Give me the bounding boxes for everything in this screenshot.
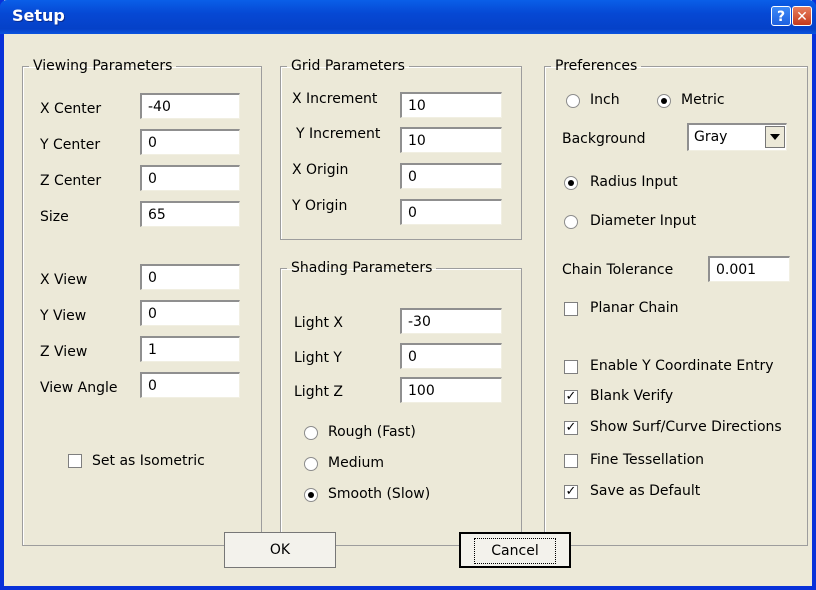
x-origin-input[interactable]: 0 [400, 163, 502, 189]
preferences-legend: Preferences [555, 58, 638, 74]
y-origin-input[interactable]: 0 [400, 199, 502, 225]
blank-verify-checkbox[interactable]: ✓ [564, 390, 578, 404]
save-default-checkbox[interactable]: ✓ [564, 485, 578, 499]
grid-parameters-legend: Grid Parameters [291, 58, 405, 74]
enable-y-label: Enable Y Coordinate Entry [590, 358, 774, 374]
viewing-parameters-legend: Viewing Parameters [33, 58, 173, 74]
medium-label: Medium [328, 455, 384, 471]
planar-chain-checkbox[interactable] [564, 302, 578, 316]
x-origin-label: X Origin [292, 162, 349, 178]
radius-input-label: Radius Input [590, 174, 678, 190]
rough-radio[interactable] [304, 426, 318, 440]
x-center-input[interactable]: -40 [140, 93, 240, 119]
background-label: Background [562, 131, 646, 147]
y-view-label: Y View [40, 308, 87, 324]
light-x-label: Light X [294, 315, 343, 331]
y-center-label: Y Center [40, 137, 101, 153]
title-bar[interactable]: Setup ? ✕ [0, 0, 816, 34]
isometric-label: Set as Isometric [92, 453, 205, 469]
z-center-label: Z Center [40, 173, 102, 189]
close-button[interactable]: ✕ [792, 6, 812, 26]
radius-input-radio[interactable] [564, 176, 578, 190]
x-view-label: X View [40, 272, 88, 288]
chevron-down-icon[interactable] [765, 126, 785, 148]
light-y-input[interactable]: 0 [400, 343, 502, 369]
blank-verify-label: Blank Verify [590, 388, 674, 404]
diameter-input-label: Diameter Input [590, 213, 697, 229]
medium-radio[interactable] [304, 457, 318, 471]
fine-tessellation-label: Fine Tessellation [590, 452, 705, 468]
y-increment-input[interactable]: 10 [400, 127, 502, 153]
shading-parameters-legend: Shading Parameters [291, 260, 433, 276]
background-value: Gray [694, 129, 728, 145]
chain-tolerance-label: Chain Tolerance [562, 262, 674, 278]
light-z-label: Light Z [294, 384, 343, 400]
z-view-input[interactable]: 1 [140, 336, 240, 362]
dialog-body: Viewing Parameters X Center -40 Y Center… [4, 34, 812, 586]
light-z-input[interactable]: 100 [400, 377, 502, 403]
enable-y-checkbox[interactable] [564, 360, 578, 374]
y-increment-label: Y Increment [296, 126, 381, 142]
inch-label: Inch [590, 92, 620, 108]
shading-parameters-group: Shading Parameters [280, 260, 522, 546]
z-center-input[interactable]: 0 [140, 165, 240, 191]
size-label: Size [40, 209, 69, 225]
help-button[interactable]: ? [771, 6, 791, 26]
metric-radio[interactable] [657, 94, 671, 108]
cancel-label: Cancel [474, 538, 556, 564]
x-increment-label: X Increment [292, 91, 378, 107]
planar-chain-label: Planar Chain [590, 300, 679, 316]
smooth-label: Smooth (Slow) [328, 486, 431, 502]
z-view-label: Z View [40, 344, 88, 360]
light-y-label: Light Y [294, 350, 342, 366]
y-view-input[interactable]: 0 [140, 300, 240, 326]
y-center-input[interactable]: 0 [140, 129, 240, 155]
isometric-checkbox[interactable] [68, 454, 82, 468]
x-center-label: X Center [40, 101, 102, 117]
y-origin-label: Y Origin [292, 198, 348, 214]
setup-dialog: Setup ? ✕ Viewing Parameters X Center -4… [0, 0, 816, 590]
background-select[interactable]: Gray [687, 123, 787, 151]
ok-label: OK [269, 542, 291, 558]
view-angle-label: View Angle [40, 380, 118, 396]
x-view-input[interactable]: 0 [140, 264, 240, 290]
diameter-input-radio[interactable] [564, 215, 578, 229]
x-increment-input[interactable]: 10 [400, 92, 502, 118]
rough-label: Rough (Fast) [328, 424, 416, 440]
size-input[interactable]: 65 [140, 201, 240, 227]
fine-tessellation-checkbox[interactable] [564, 454, 578, 468]
window-title: Setup [12, 6, 65, 25]
light-x-input[interactable]: -30 [400, 308, 502, 334]
view-angle-input[interactable]: 0 [140, 372, 240, 398]
ok-button[interactable]: OK [224, 532, 336, 568]
chain-tolerance-input[interactable]: 0.001 [708, 256, 790, 282]
show-directions-label: Show Surf/Curve Directions [590, 419, 782, 435]
save-default-label: Save as Default [590, 483, 701, 499]
metric-label: Metric [681, 92, 725, 108]
cancel-button[interactable]: Cancel [459, 532, 571, 568]
smooth-radio[interactable] [304, 488, 318, 502]
inch-radio[interactable] [566, 94, 580, 108]
show-directions-checkbox[interactable]: ✓ [564, 421, 578, 435]
